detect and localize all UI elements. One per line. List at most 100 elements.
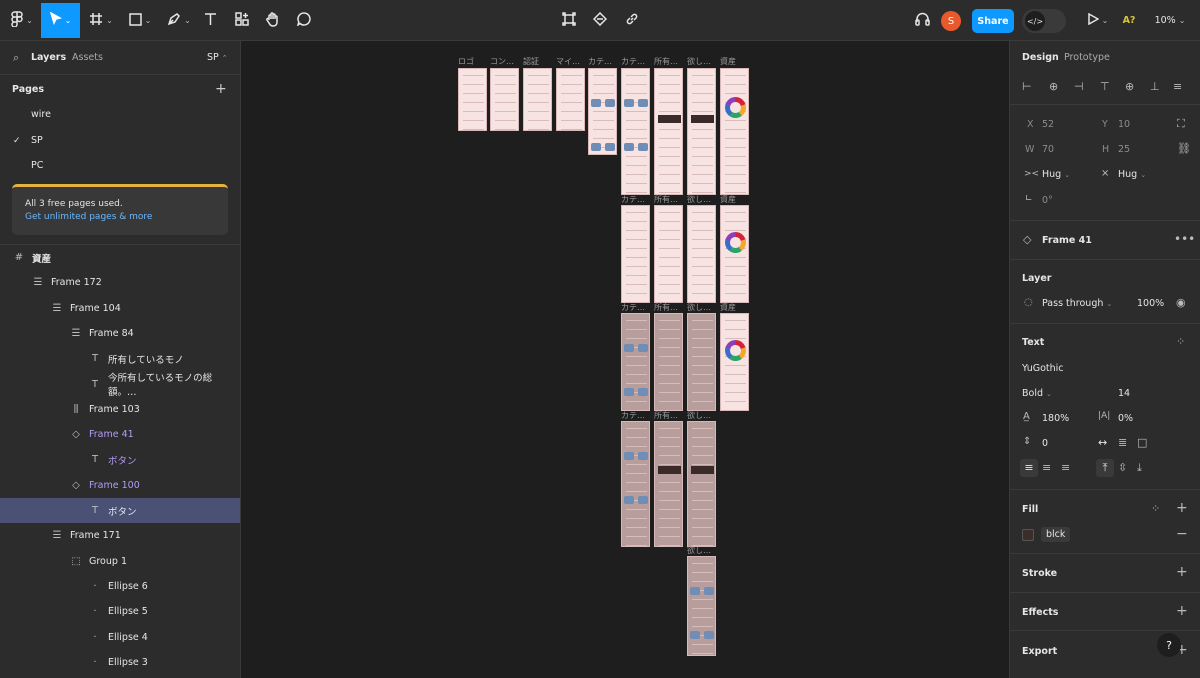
frame-title[interactable]: 欲し… (687, 302, 717, 313)
frame-title[interactable]: 所有… (654, 56, 684, 67)
auto-height-icon[interactable]: ≣ (1118, 436, 1127, 449)
frame-title[interactable]: カテ… (621, 302, 651, 313)
add-effect-icon[interactable]: + (1176, 603, 1188, 619)
x-input[interactable]: 52 (1042, 119, 1054, 130)
frame-title[interactable]: 欲し… (687, 194, 717, 205)
h-input[interactable]: 25 (1118, 144, 1130, 155)
canvas-frame[interactable] (621, 313, 650, 411)
fixed-size-icon[interactable]: □ (1137, 436, 1147, 449)
zoom-menu[interactable]: 10% ⌄ (1152, 3, 1188, 38)
remove-fill-icon[interactable]: − (1176, 526, 1188, 542)
constraints-icon[interactable]: ⛶ (1177, 117, 1185, 131)
page-item-wire[interactable]: wire (0, 102, 240, 127)
layer-row[interactable]: · Ellipse 5 (0, 599, 240, 624)
component-name[interactable]: Frame 41 (1042, 235, 1092, 246)
canvas-frame[interactable] (490, 68, 519, 131)
frame-title[interactable]: カテ… (588, 56, 618, 67)
search-icon[interactable]: ⌕ (13, 51, 19, 65)
layer-row[interactable]: T 所有しているモノ (0, 346, 240, 371)
fill-style-name[interactable]: blck (1041, 527, 1071, 542)
canvas-frame[interactable] (720, 68, 749, 195)
shape-tool-button[interactable]: ⌄ (124, 3, 156, 38)
canvas-frame[interactable] (687, 556, 716, 656)
main-menu-button[interactable]: ⌄ (4, 3, 40, 38)
frame-title[interactable]: 所有… (654, 194, 684, 205)
canvas-frame[interactable] (720, 313, 749, 411)
layer-row[interactable]: · Ellipse 4 (0, 625, 240, 650)
frame-title[interactable]: 資産 (720, 194, 750, 205)
frame-title[interactable]: 資産 (720, 302, 750, 313)
opacity-input[interactable]: 100% (1137, 298, 1164, 309)
present-button[interactable]: ⌄ (1084, 3, 1112, 38)
avatar[interactable]: S (941, 11, 961, 31)
hand-tool-button[interactable] (263, 3, 283, 38)
frame-tool-button[interactable]: ⌄ (84, 3, 118, 38)
font-family-select[interactable]: YuGothic (1022, 363, 1064, 374)
align-center-h-icon[interactable]: ⊕ (1049, 80, 1058, 93)
align-left-icon[interactable]: ⊢ (1022, 80, 1032, 93)
resources-button[interactable] (232, 3, 252, 38)
lock-ratio-icon[interactable]: ⛓ (1177, 142, 1191, 155)
align-text-center-icon[interactable]: ≡ (1042, 461, 1051, 474)
rotation-input[interactable]: 0° (1042, 195, 1053, 206)
layer-row[interactable]: T 今所有しているモノの総額。… (0, 372, 240, 398)
frame-title[interactable]: 欲し… (687, 410, 717, 421)
frame-title[interactable]: カテ… (621, 410, 651, 421)
frame-title[interactable]: マイ… (556, 56, 586, 67)
distribute-icon[interactable]: ≡ (1173, 80, 1182, 93)
canvas-frame[interactable] (654, 313, 683, 411)
more-options-icon[interactable]: ••• (1174, 232, 1195, 246)
layer-row[interactable]: ⫼ Frame 103 (0, 397, 240, 422)
layer-row[interactable]: ☰ Frame 172 (0, 270, 240, 295)
tab-design[interactable]: Design (1022, 52, 1059, 63)
layer-row[interactable]: ☰ Frame 104 (0, 296, 240, 321)
canvas-frame[interactable] (687, 68, 716, 195)
align-bottom-text-icon[interactable]: ⤓ (1137, 461, 1142, 475)
pen-tool-button[interactable]: ⌄ (162, 3, 196, 38)
page-item-sp[interactable]: ✓ SP (0, 128, 240, 153)
canvas-frame[interactable] (588, 68, 617, 155)
w-input[interactable]: 70 (1042, 144, 1054, 155)
font-weight-select[interactable]: Bold ⌄ (1022, 388, 1052, 399)
canvas-frame[interactable] (523, 68, 552, 131)
frame-title[interactable]: 欲し… (687, 545, 717, 556)
dev-mode-toggle[interactable]: </> (1022, 9, 1066, 33)
align-bottom-icon[interactable]: ⊥ (1150, 80, 1160, 93)
tab-assets[interactable]: Assets (72, 52, 103, 63)
canvas-frame[interactable] (556, 68, 585, 131)
y-input[interactable]: 10 (1118, 119, 1130, 130)
add-page-icon[interactable]: + (215, 81, 227, 97)
layer-row[interactable]: ☰ Frame 84 (0, 321, 240, 346)
design-canvas[interactable]: ロゴ コン… 認証 マイ… カテ… カテ… 所有… 欲し… 資産 カテ… 所有… 欲し… 資産 カテ… 所有… (241, 41, 1009, 678)
layer-row[interactable]: ◇ Frame 100 (0, 473, 240, 498)
eye-icon[interactable]: ◉ (1176, 296, 1186, 309)
audio-button[interactable] (912, 3, 932, 38)
frame-title[interactable]: コン… (490, 56, 520, 67)
frame-title[interactable]: 認証 (523, 56, 553, 67)
tab-layers[interactable]: Layers (31, 52, 66, 63)
align-right-icon[interactable]: ⊣ (1074, 80, 1084, 93)
frame-title[interactable]: カテ… (621, 194, 651, 205)
comment-tool-button[interactable] (294, 3, 314, 38)
canvas-frame[interactable] (458, 68, 487, 131)
layer-row[interactable]: ◇ Frame 41 (0, 422, 240, 447)
frame-title[interactable]: ロゴ (458, 56, 488, 67)
paragraph-spacing-input[interactable]: 0 (1042, 438, 1048, 449)
share-button[interactable]: Share (972, 9, 1014, 33)
canvas-frame[interactable] (621, 421, 650, 547)
page-switcher[interactable]: SP ⌃ (207, 52, 228, 63)
layer-row[interactable]: ⬚ Group 1 (0, 549, 240, 574)
canvas-frame[interactable] (687, 421, 716, 547)
frame-title[interactable]: カテ… (621, 56, 651, 67)
text-styles-icon[interactable]: ⁘ (1176, 335, 1185, 348)
canvas-frame[interactable] (720, 205, 749, 303)
text-tool-button[interactable] (200, 3, 220, 38)
fill-styles-icon[interactable]: ⁘ (1151, 502, 1160, 515)
tab-prototype[interactable]: Prototype (1064, 52, 1110, 63)
line-height-input[interactable]: 180% (1042, 413, 1069, 424)
upgrade-link[interactable]: Get unlimited pages & more (25, 212, 152, 222)
auto-width-icon[interactable]: ↔ (1098, 436, 1107, 449)
canvas-frame[interactable] (687, 313, 716, 411)
canvas-frame[interactable] (687, 205, 716, 303)
layer-row[interactable]: · Ellipse 3 (0, 650, 240, 675)
